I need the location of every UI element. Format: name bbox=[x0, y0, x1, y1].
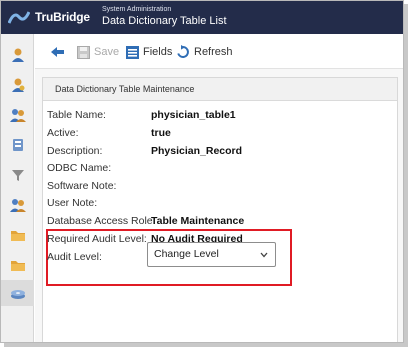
active-value: true bbox=[151, 127, 171, 139]
filter-icon[interactable] bbox=[10, 167, 26, 183]
database-access-role-label: Database Access Role: bbox=[47, 215, 156, 227]
refresh-button[interactable]: Refresh bbox=[176, 44, 233, 60]
disk-icon bbox=[11, 290, 25, 299]
page-title: Data Dictionary Table List bbox=[102, 15, 227, 27]
rail-selected-item[interactable] bbox=[1, 280, 34, 306]
description-value: Physician_Record bbox=[151, 145, 243, 157]
odbc-name-label: ODBC Name: bbox=[47, 162, 112, 174]
left-nav-rail bbox=[1, 34, 34, 342]
save-button[interactable]: Save bbox=[77, 44, 119, 60]
back-arrow-icon bbox=[51, 47, 64, 57]
database-icon[interactable] bbox=[10, 137, 26, 153]
person-icon[interactable] bbox=[10, 47, 26, 63]
panel-title: Data Dictionary Table Maintenance bbox=[43, 78, 397, 101]
description-label: Description: bbox=[47, 145, 103, 157]
fields-label: Fields bbox=[143, 46, 173, 58]
maintenance-panel: Data Dictionary Table Maintenance Table … bbox=[42, 77, 398, 342]
audit-level-label: Audit Level: bbox=[47, 251, 102, 263]
audit-level-selected: Change Level bbox=[154, 248, 219, 260]
trubridge-logo-icon bbox=[8, 11, 30, 24]
user-note-label: User Note: bbox=[47, 197, 98, 209]
software-note-label: Software Note: bbox=[47, 180, 117, 192]
fields-icon bbox=[126, 45, 139, 59]
window-shadow-bottom bbox=[4, 343, 408, 347]
refresh-label: Refresh bbox=[194, 46, 233, 58]
group-icon[interactable] bbox=[10, 197, 26, 213]
audit-level-select[interactable]: Change Level bbox=[147, 242, 276, 267]
toolbar: Save Fields Refresh bbox=[35, 34, 403, 69]
brand-name: TruBridge bbox=[35, 10, 90, 24]
group-icon[interactable] bbox=[10, 107, 26, 123]
save-label: Save bbox=[94, 46, 120, 58]
save-icon bbox=[77, 45, 90, 59]
table-name-label: Table Name: bbox=[47, 109, 106, 121]
back-button[interactable] bbox=[51, 44, 69, 60]
required-audit-level-label: Required Audit Level: bbox=[47, 233, 147, 245]
refresh-icon bbox=[177, 45, 189, 58]
table-name-value: physician_table1 bbox=[151, 109, 236, 121]
folder-icon[interactable] bbox=[10, 227, 26, 243]
folder-icon[interactable] bbox=[10, 257, 26, 273]
breadcrumb[interactable]: System Administration bbox=[102, 6, 171, 13]
window-shadow-right bbox=[404, 4, 408, 347]
person-icon[interactable] bbox=[10, 77, 26, 93]
fields-button[interactable]: Fields bbox=[126, 44, 172, 60]
active-label: Active: bbox=[47, 127, 79, 139]
main-content: Data Dictionary Table Maintenance Table … bbox=[35, 69, 403, 342]
app-header: TruBridge System Administration Data Dic… bbox=[1, 1, 403, 34]
chevron-down-icon bbox=[260, 252, 268, 258]
database-access-role-value: Table Maintenance bbox=[151, 215, 245, 227]
app-window: TruBridge System Administration Data Dic… bbox=[0, 0, 404, 343]
